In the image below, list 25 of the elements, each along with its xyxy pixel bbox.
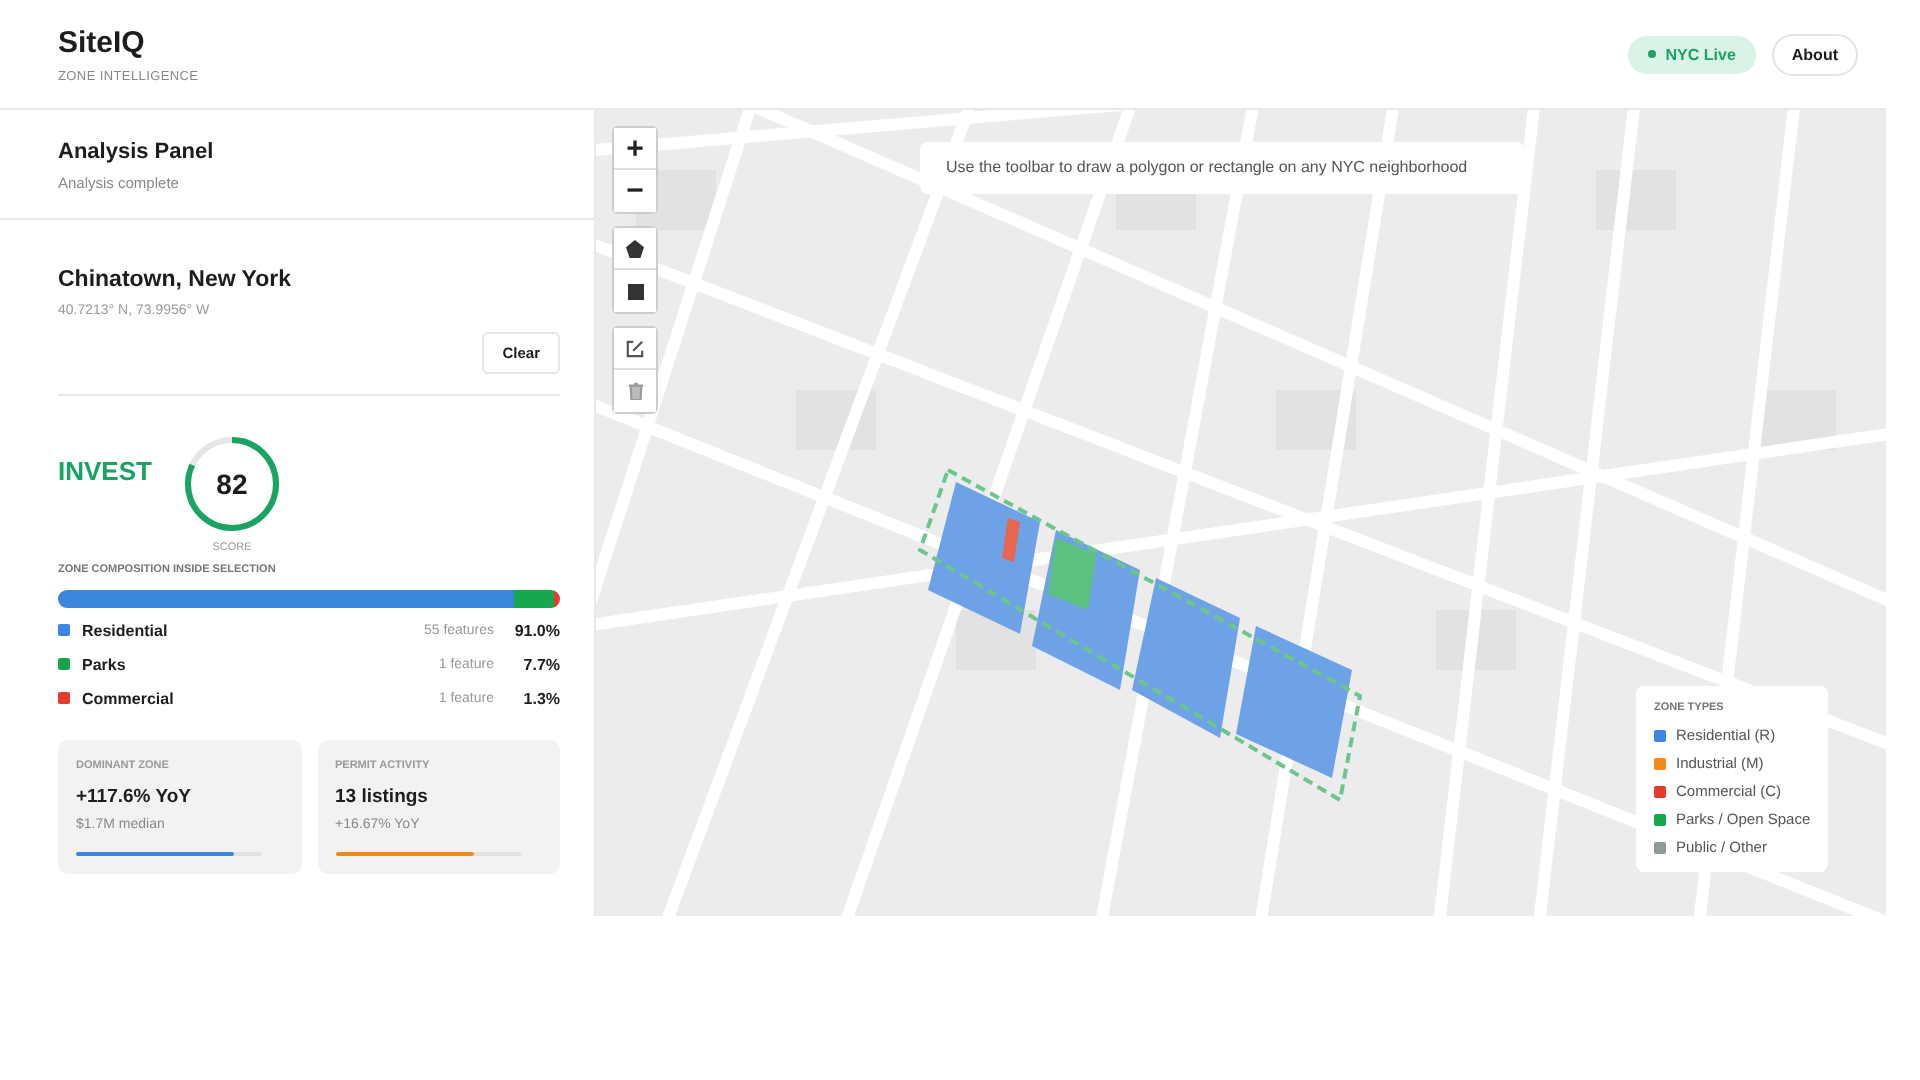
zone-percent: 91.0% [512,621,560,639]
app-title: SiteIQ [58,25,147,59]
panel-title: Analysis Panel [58,140,216,164]
zone-name: Commercial [82,689,176,707]
card-value: +117.6% YoY [76,786,193,808]
score-value: 82 [214,466,250,504]
zone-name: Parks [82,655,128,673]
zoom-in-button[interactable]: + [614,128,656,170]
commercial-parcel [1002,518,1020,562]
zone-percent: 1.3% [521,689,560,707]
zone-name: Residential [82,621,170,639]
edit-icon [626,339,644,357]
zone-percent: 7.7% [521,655,560,673]
park-parcel [1048,538,1096,610]
verdict-label: INVEST [58,456,152,486]
card-value: 13 listings [335,786,430,808]
status-label: NYC Live [1665,45,1736,63]
polygon-tool-button[interactable] [614,228,656,270]
instruction-tooltip: Use the toolbar to draw a polygon or rectangle on any NYC neighborhood [920,142,1524,195]
square-icon [627,283,643,299]
edit-button[interactable] [614,328,656,370]
trash-icon [627,382,643,400]
about-button[interactable]: About [1771,33,1858,75]
pentagon-icon [626,239,644,257]
location-name: Chinatown, New York [58,268,294,292]
